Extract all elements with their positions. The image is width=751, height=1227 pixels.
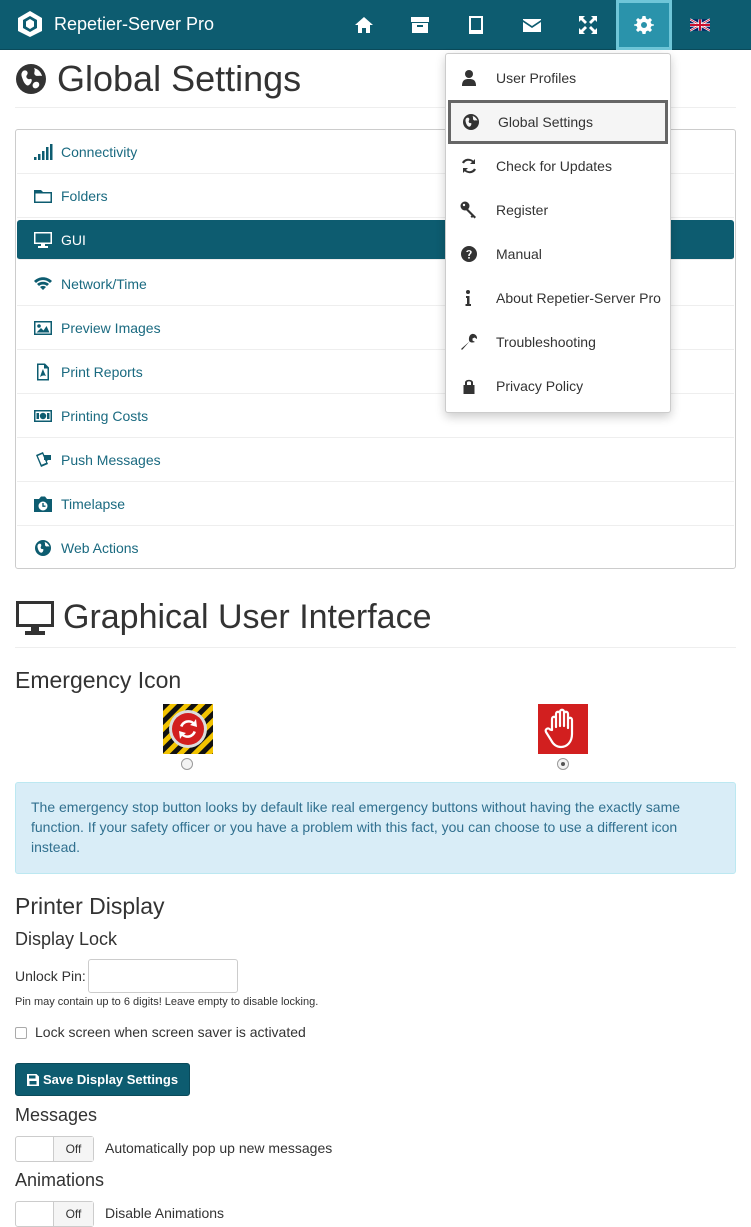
animations-toggle[interactable]: Off (15, 1201, 94, 1227)
menu-item-register[interactable]: Register (446, 188, 670, 232)
menu-item-label: Troubleshooting (496, 334, 596, 350)
nav-tablet[interactable] (448, 0, 504, 50)
brand-name: Repetier-Server Pro (54, 13, 215, 34)
section-title-text: Graphical User Interface (63, 598, 432, 636)
messages-toggle[interactable]: Off (15, 1136, 94, 1162)
nav-language[interactable] (672, 0, 728, 50)
settings-item-label: Preview Images (61, 319, 161, 336)
menu-item-user-profiles[interactable]: User Profiles (446, 56, 670, 100)
wrench-icon (461, 333, 478, 350)
pin-help-text: Pin may contain up to 6 digits! Leave em… (15, 996, 319, 1008)
question-icon (461, 246, 477, 262)
emergency-stop-icon[interactable] (163, 704, 213, 754)
fullscreen-icon (579, 16, 597, 34)
gear-icon (634, 16, 654, 34)
settings-item-label: Web Actions (61, 540, 139, 556)
signal-icon (34, 143, 53, 160)
save-icon (26, 1073, 39, 1086)
monitor-icon (34, 231, 52, 248)
menu-item-about[interactable]: About Repetier-Server Pro (446, 276, 670, 320)
nav-archive[interactable] (392, 0, 448, 50)
emergency-stop-radio[interactable] (181, 758, 193, 770)
page-title-text: Global Settings (57, 58, 302, 99)
globe-icon (16, 64, 46, 94)
settings-item-web-actions[interactable]: Web Actions (17, 526, 734, 570)
settings-item-label: Network/Time (61, 275, 147, 292)
hand-stop-radio[interactable] (557, 758, 569, 770)
section-title: Graphical User Interface (15, 598, 432, 637)
toggle-state: Off (54, 1137, 93, 1161)
settings-item-label: Printing Costs (61, 407, 149, 424)
monitor-icon (16, 600, 54, 635)
settings-item-push-messages[interactable]: Push Messages (17, 438, 734, 482)
uk-flag-icon (690, 18, 710, 32)
phone-message-icon (36, 451, 51, 467)
menu-item-label: Global Settings (498, 114, 593, 130)
settings-item-label: GUI (61, 231, 86, 248)
animations-heading: Animations (15, 1170, 105, 1190)
tablet-icon (469, 16, 483, 34)
save-display-settings-button[interactable]: Save Display Settings (15, 1063, 190, 1096)
globe-icon (463, 114, 479, 130)
toggle-knob (16, 1137, 54, 1161)
menu-item-label: Privacy Policy (496, 378, 584, 394)
menu-item-manual[interactable]: Manual (446, 232, 670, 276)
printer-display-heading: Printer Display (15, 893, 165, 919)
settings-item-label: Timelapse (61, 495, 126, 512)
menu-item-check-updates[interactable]: Check for Updates (446, 144, 670, 188)
lock-icon (463, 379, 475, 394)
archive-icon (411, 17, 429, 33)
menu-item-global-settings[interactable]: Global Settings (448, 100, 668, 144)
menu-item-label: Register (496, 202, 549, 218)
settings-item-label: Push Messages (61, 451, 161, 468)
wifi-icon (34, 276, 52, 290)
menu-item-troubleshooting[interactable]: Troubleshooting (446, 320, 670, 364)
settings-item-timelapse[interactable]: Timelapse (17, 482, 734, 526)
settings-item-label: Folders (61, 187, 108, 204)
nav-settings[interactable] (616, 0, 672, 50)
save-display-settings-label: Save Display Settings (42, 1072, 179, 1087)
messages-toggle-label: Automatically pop up new messages (105, 1140, 333, 1156)
menu-item-privacy-policy[interactable]: Privacy Policy (446, 364, 670, 408)
lock-screen-label: Lock screen when screen saver is activat… (35, 1024, 306, 1040)
settings-dropdown-menu: User Profiles Global Settings Check for … (445, 53, 671, 413)
divider (15, 647, 736, 648)
menu-item-label: User Profiles (496, 70, 577, 86)
settings-item-label: Connectivity (61, 143, 138, 160)
info-icon (465, 290, 471, 306)
menu-item-label: About Repetier-Server Pro (496, 290, 661, 306)
menu-item-label: Manual (496, 246, 542, 262)
key-icon (460, 201, 476, 219)
folder-icon (34, 189, 52, 203)
display-lock-heading: Display Lock (15, 929, 118, 949)
lock-screen-checkbox[interactable] (15, 1027, 27, 1039)
home-icon (355, 17, 373, 33)
hand-stop-icon[interactable] (538, 704, 588, 754)
settings-item-label: Print Reports (61, 363, 143, 380)
messages-heading: Messages (15, 1105, 98, 1125)
globe-icon (35, 540, 51, 556)
toggle-knob (16, 1202, 54, 1226)
unlock-pin-label: Unlock Pin: (15, 968, 86, 984)
unlock-pin-input[interactable] (88, 959, 238, 993)
camera-clock-icon (34, 496, 52, 512)
brand[interactable]: Repetier-Server Pro (16, 10, 214, 38)
top-navbar: Repetier-Server Pro (0, 0, 751, 50)
pdf-icon (37, 363, 49, 380)
nav-home[interactable] (336, 0, 392, 50)
emergency-icon-heading: Emergency Icon (15, 667, 182, 693)
page-title: Global Settings (15, 58, 301, 100)
user-icon (462, 70, 476, 86)
money-icon (34, 409, 52, 422)
animations-toggle-label: Disable Animations (105, 1205, 225, 1221)
image-icon (34, 320, 52, 335)
repetier-logo-icon (18, 11, 42, 37)
toggle-state: Off (54, 1202, 93, 1226)
emergency-info-alert: The emergency stop button looks by defau… (15, 782, 736, 874)
refresh-icon (462, 158, 476, 174)
nav-fullscreen[interactable] (560, 0, 616, 50)
envelope-icon (523, 19, 541, 32)
nav-messages[interactable] (504, 0, 560, 50)
menu-item-label: Check for Updates (496, 158, 612, 174)
